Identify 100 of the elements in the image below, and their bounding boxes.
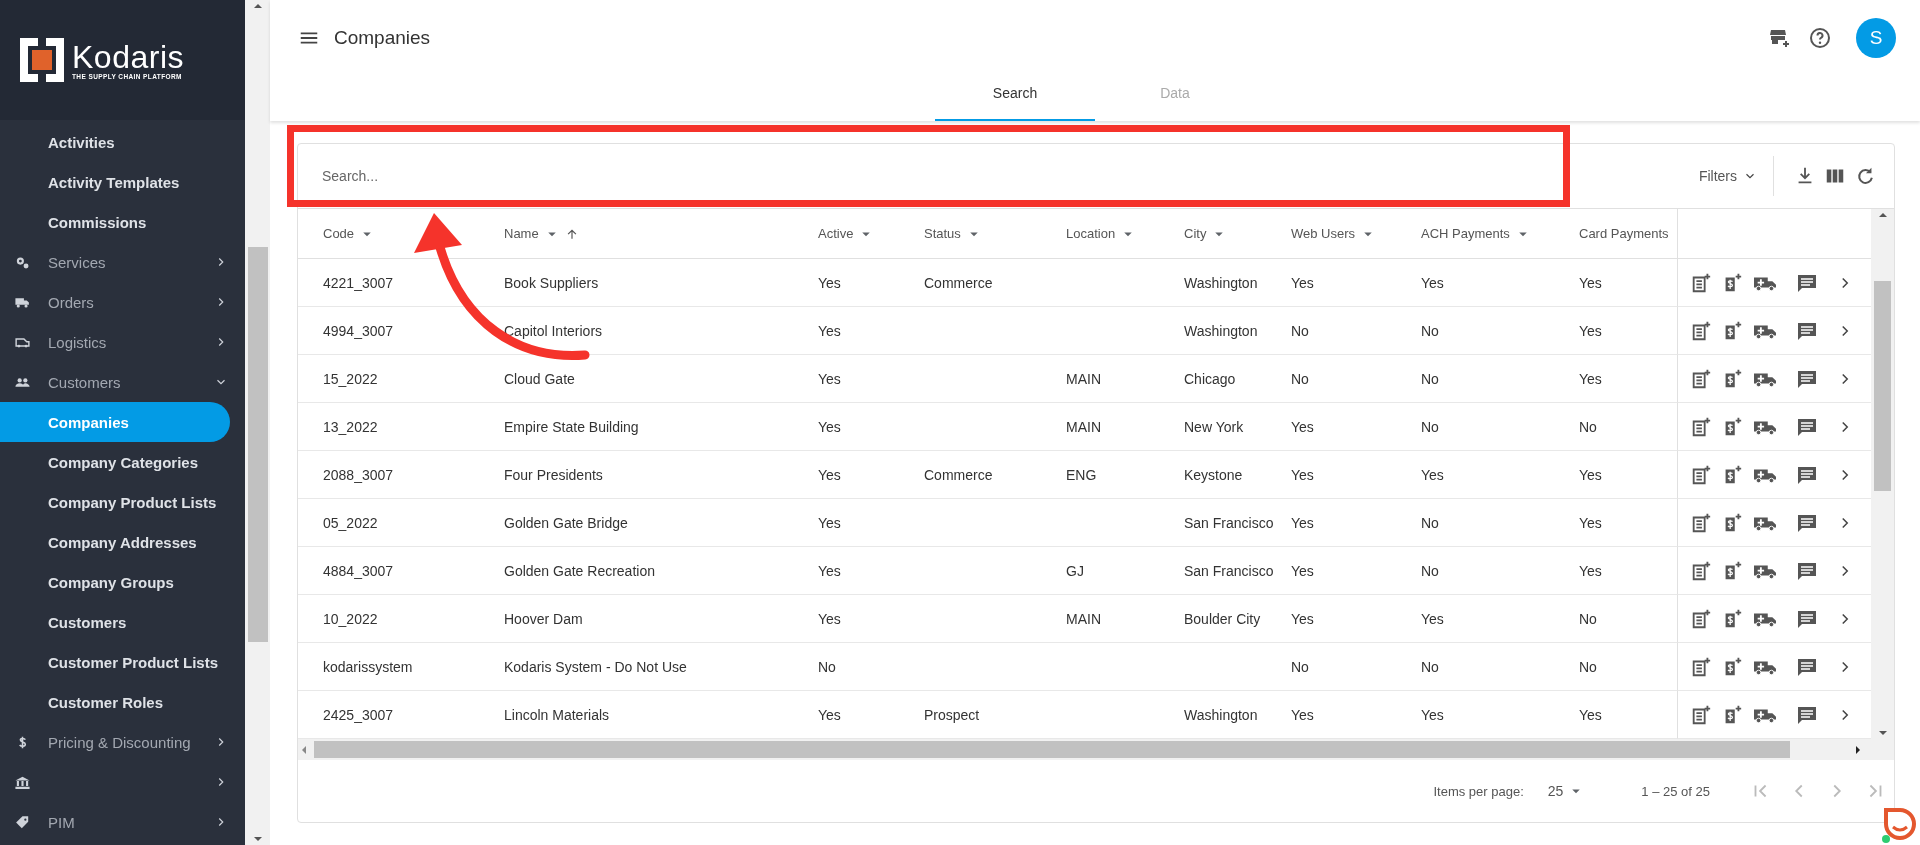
note-add-icon[interactable] (1690, 463, 1712, 486)
table-cell: Kodaris System - Do Not Use (504, 658, 687, 675)
table-cell: 2425_3007 (323, 706, 394, 723)
table-cell: Yes (1421, 706, 1444, 723)
note-add-icon[interactable] (1690, 511, 1712, 534)
table-cell: MAIN (1066, 418, 1101, 435)
sidebar-section[interactable]: Services (48, 253, 106, 271)
sidebar-item[interactable]: Activity Templates (0, 162, 230, 202)
tab[interactable]: Search (935, 75, 1095, 121)
table-cell: Yes (1291, 562, 1314, 579)
column-header[interactable]: Location (1066, 226, 1116, 241)
table-cell: Yes (1579, 274, 1602, 291)
filters-button[interactable]: Filters (1682, 156, 1773, 196)
table-cell: No (1421, 514, 1439, 531)
table-cell: Golden Gate Bridge (504, 514, 628, 531)
column-header[interactable]: Status (924, 226, 961, 241)
scrollbar-thumb[interactable] (247, 247, 268, 642)
table-cell: Golden Gate Recreation (504, 562, 655, 579)
column-header[interactable]: Active (818, 226, 854, 241)
table-cell: Yes (1291, 274, 1314, 291)
table-cell: 05_2022 (323, 514, 378, 531)
note-add-icon[interactable] (1690, 559, 1712, 582)
column-header[interactable]: ACH Payments (1421, 226, 1510, 241)
table-cell: Yes (1579, 514, 1602, 531)
table-cell: No (1291, 322, 1309, 339)
table-cell: Commerce (924, 274, 993, 291)
sidebar-item[interactable]: Commissions (0, 202, 230, 242)
sidebar-item[interactable]: Company Groups (0, 562, 230, 602)
table-cell: No (1421, 562, 1439, 579)
table-cell: No (1421, 658, 1439, 675)
help-icon[interactable] (1808, 25, 1832, 50)
sidebar-item[interactable]: Company Addresses (0, 522, 230, 562)
sidebar-section[interactable]: PIM (48, 813, 75, 831)
table-cell: Hoover Dam (504, 610, 583, 627)
table-cell: Yes (1579, 706, 1602, 723)
table-cell: 13_2022 (323, 418, 378, 435)
column-header[interactable]: Card Payments (1579, 226, 1669, 241)
table-cell: San Francisco (1184, 562, 1274, 579)
note-add-icon[interactable] (1690, 319, 1712, 342)
table-cell: Cloud Gate (504, 370, 575, 387)
table-cell: No (818, 658, 836, 675)
page-range: 1 – 25 of 25 (1641, 783, 1710, 799)
note-add-icon[interactable] (1690, 703, 1712, 726)
table-cell: GJ (1066, 562, 1084, 579)
table-cell: Yes (1291, 706, 1314, 723)
page-size-select[interactable]: 25 (1541, 781, 1592, 801)
table-cell: No (1421, 418, 1439, 435)
table-cell: Yes (1421, 274, 1444, 291)
sidebar-item[interactable]: Customer Roles (0, 682, 230, 722)
table-cell: Yes (818, 514, 841, 531)
table-cell: No (1291, 370, 1309, 387)
table-cell: Yes (818, 274, 841, 291)
table-cell: New York (1184, 418, 1244, 435)
sidebar-section[interactable]: Pricing & Discounting (48, 733, 191, 751)
items-per-page-label: Items per page: (1433, 783, 1524, 799)
table-cell: MAIN (1066, 610, 1101, 627)
column-header[interactable]: Web Users (1291, 226, 1356, 241)
scrollbar-thumb[interactable] (314, 741, 1790, 758)
sidebar-section[interactable]: Customers (48, 373, 121, 391)
page-title: Companies (334, 26, 431, 49)
sidebar-section[interactable]: Logistics (48, 333, 107, 351)
table-cell: 4884_3007 (323, 562, 394, 579)
column-header[interactable]: Code (323, 226, 355, 241)
sidebar-item[interactable]: Customers (0, 602, 230, 642)
note-add-icon[interactable] (1690, 607, 1712, 630)
logo-icon (18, 36, 66, 84)
note-add-icon[interactable] (1690, 271, 1712, 294)
table-cell: No (1291, 658, 1309, 675)
table-cell: Capitol Interiors (504, 322, 603, 339)
search-field[interactable]: Search... (298, 144, 1683, 208)
table-cell: No (1579, 418, 1597, 435)
table-cell: No (1579, 610, 1597, 627)
tag-icon (14, 814, 31, 831)
table-cell: Chicago (1184, 370, 1236, 387)
table-cell: 10_2022 (323, 610, 378, 627)
table-cell: Yes (1579, 370, 1602, 387)
table-cell: Four Presidents (504, 466, 603, 483)
table-cell: Yes (1421, 466, 1444, 483)
sidebar-item[interactable]: Activities (0, 122, 230, 162)
sidebar-item[interactable]: Customer Product Lists (0, 642, 230, 682)
table-cell: 4994_3007 (323, 322, 394, 339)
sidebar-section[interactable]: Orders (48, 293, 94, 311)
table-cell: Lincoln Materials (504, 706, 610, 723)
table-cell: Keystone (1184, 466, 1243, 483)
table-cell: MAIN (1066, 370, 1101, 387)
column-header[interactable]: City (1184, 226, 1207, 241)
table-cell: Yes (818, 370, 841, 387)
column-header[interactable]: Name (504, 226, 539, 241)
note-add-icon[interactable] (1690, 367, 1712, 390)
note-add-icon[interactable] (1690, 655, 1712, 678)
table-cell: Washington (1184, 274, 1258, 291)
table-cell: San Francisco (1184, 514, 1274, 531)
table-cell: Yes (1291, 610, 1314, 627)
sidebar-item[interactable]: Company Categories (0, 442, 230, 482)
table-cell: Yes (818, 322, 841, 339)
scrollbar-thumb[interactable] (1874, 281, 1891, 491)
logo-name: Kodaris (72, 40, 184, 73)
sidebar-item[interactable]: Company Product Lists (0, 482, 230, 522)
table-cell: Empire State Building (504, 418, 639, 435)
note-add-icon[interactable] (1690, 415, 1712, 438)
